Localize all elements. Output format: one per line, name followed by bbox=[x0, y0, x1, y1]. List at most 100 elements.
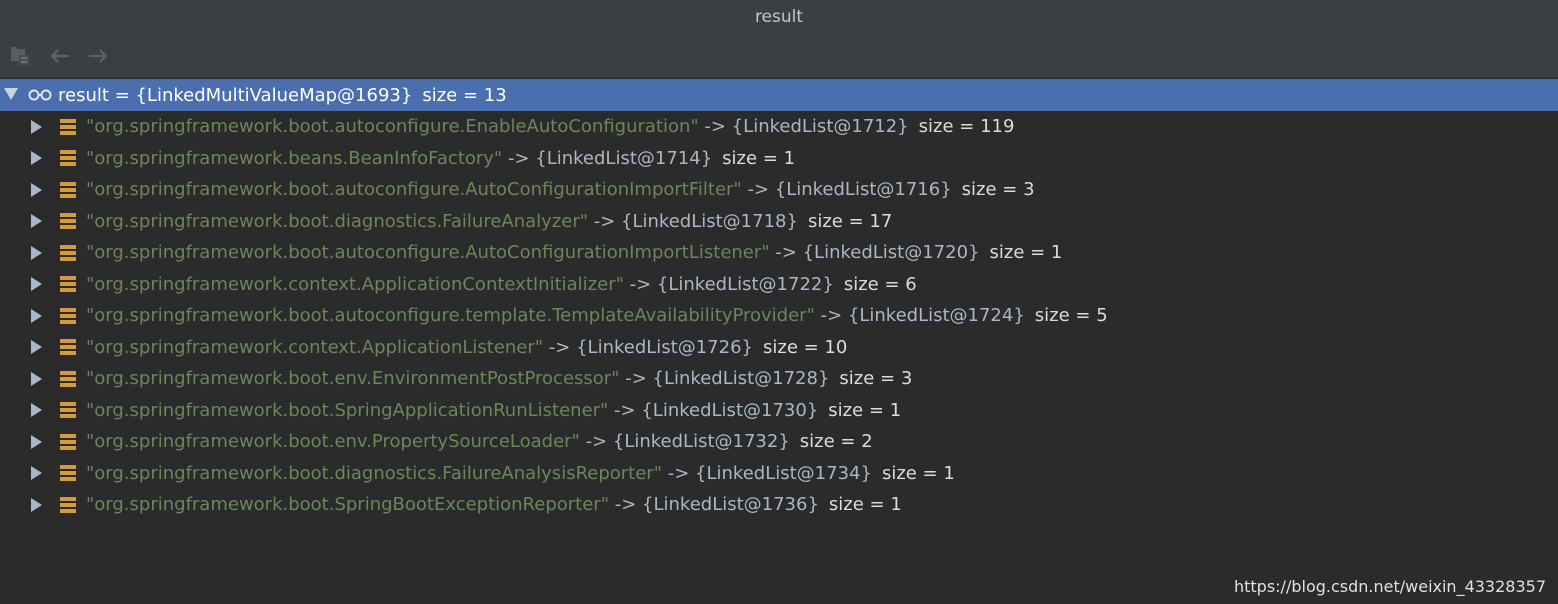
object-id: {LinkedList@1726} bbox=[576, 336, 753, 358]
object-id: {LinkedList@1732} bbox=[612, 431, 790, 453]
tree-row[interactable]: "org.springframework.boot.env.PropertySo… bbox=[0, 426, 1558, 458]
mapping-arrow: -> bbox=[662, 462, 696, 484]
object-id: {LinkedList@1714} bbox=[535, 147, 713, 169]
entry-key: "org.springframework.boot.env.PropertySo… bbox=[86, 431, 580, 453]
size-label: size = 2 bbox=[799, 431, 873, 453]
row-label: "org.springframework.boot.env.Environmen… bbox=[86, 368, 912, 389]
size-label: size = 119 bbox=[918, 116, 1015, 138]
tree-row[interactable]: "org.springframework.beans.BeanInfoFacto… bbox=[0, 143, 1558, 175]
collapsed-arrow-icon[interactable] bbox=[31, 434, 42, 449]
row-label: "org.springframework.boot.diagnostics.Fa… bbox=[86, 463, 955, 484]
object-id: {LinkedList@1736} bbox=[642, 494, 819, 516]
tree-row[interactable]: "org.springframework.boot.SpringBootExce… bbox=[0, 489, 1558, 521]
entry-key: "org.springframework.boot.autoconfigure.… bbox=[86, 242, 770, 264]
collapsed-arrow-icon[interactable] bbox=[31, 497, 42, 512]
row-label: "org.springframework.boot.autoconfigure.… bbox=[86, 179, 1035, 200]
object-id: {LinkedList@1720} bbox=[802, 242, 980, 264]
mapping-arrow: -> bbox=[769, 242, 803, 264]
size-label: size = 1 bbox=[722, 147, 796, 169]
map-entry-icon bbox=[60, 244, 76, 261]
folder-tree-button[interactable] bbox=[8, 42, 36, 70]
collapsed-arrow-icon[interactable] bbox=[31, 214, 42, 229]
tree-row[interactable]: "org.springframework.boot.autoconfigure.… bbox=[0, 237, 1558, 269]
entry-key: "org.springframework.boot.diagnostics.Fa… bbox=[86, 210, 589, 232]
collapsed-arrow-icon[interactable] bbox=[31, 277, 42, 292]
object-id: {LinkedList@1730} bbox=[641, 399, 819, 421]
tree-row[interactable]: "org.springframework.boot.diagnostics.Fa… bbox=[0, 206, 1558, 238]
row-label: "org.springframework.boot.SpringApplicat… bbox=[86, 400, 901, 421]
map-entry-icon bbox=[60, 339, 76, 356]
map-entry-icon bbox=[60, 118, 76, 135]
tree-row[interactable]: "org.springframework.boot.autoconfigure.… bbox=[0, 111, 1558, 143]
collapsed-arrow-icon[interactable] bbox=[31, 119, 42, 134]
size-label: size = 10 bbox=[763, 336, 848, 358]
collapsed-arrow-icon[interactable] bbox=[31, 245, 42, 260]
row-label: "org.springframework.context.Application… bbox=[86, 337, 847, 358]
object-id: {LinkedList@1728} bbox=[652, 368, 830, 390]
object-id: {LinkedList@1724} bbox=[847, 305, 1025, 327]
tree-row[interactable]: "org.springframework.boot.SpringApplicat… bbox=[0, 395, 1558, 427]
tree-row[interactable]: "org.springframework.boot.autoconfigure.… bbox=[0, 174, 1558, 206]
expanded-arrow-icon[interactable] bbox=[4, 88, 18, 100]
entry-key: "org.springframework.boot.autoconfigure.… bbox=[86, 305, 815, 327]
size-label: size = 17 bbox=[807, 210, 893, 232]
tree-row[interactable]: "org.springframework.context.Application… bbox=[0, 269, 1558, 301]
size-label: size = 3 bbox=[839, 368, 913, 390]
size-label: size = 6 bbox=[843, 273, 917, 295]
map-entry-icon bbox=[60, 465, 76, 482]
back-button[interactable] bbox=[46, 42, 74, 70]
size-label: size = 5 bbox=[1034, 305, 1108, 327]
map-entry-icon bbox=[60, 402, 76, 419]
size-label: size = 1 bbox=[828, 399, 902, 421]
forward-button[interactable] bbox=[84, 42, 112, 70]
entry-key: "org.springframework.boot.autoconfigure.… bbox=[86, 179, 742, 201]
entry-key: "org.springframework.beans.BeanInfoFacto… bbox=[86, 147, 503, 169]
object-id: {LinkedList@1718} bbox=[621, 210, 798, 232]
collapsed-arrow-icon[interactable] bbox=[31, 151, 42, 166]
map-entry-icon bbox=[60, 213, 76, 230]
tree-row[interactable]: "org.springframework.boot.env.Environmen… bbox=[0, 363, 1558, 395]
row-label: "org.springframework.boot.env.PropertySo… bbox=[86, 431, 873, 452]
tree-row[interactable]: "org.springframework.boot.autoconfigure.… bbox=[0, 300, 1558, 332]
row-label: "org.springframework.beans.BeanInfoFacto… bbox=[86, 148, 795, 169]
collapsed-arrow-icon[interactable] bbox=[31, 182, 42, 197]
variables-tree: result = {LinkedMultiValueMap@1693} size … bbox=[0, 79, 1558, 521]
collapsed-arrow-icon[interactable] bbox=[31, 466, 42, 481]
map-entry-icon bbox=[60, 307, 76, 324]
mapping-arrow: -> bbox=[543, 336, 577, 358]
collapsed-arrow-icon[interactable] bbox=[31, 308, 42, 323]
entry-key: "org.springframework.boot.autoconfigure.… bbox=[86, 116, 699, 138]
object-id: {LinkedList@1716} bbox=[774, 179, 952, 201]
mapping-arrow: -> bbox=[608, 399, 642, 421]
entry-key: "org.springframework.boot.env.Environmen… bbox=[86, 368, 620, 390]
mapping-arrow: -> bbox=[579, 431, 613, 453]
entry-key: "org.springframework.context.Application… bbox=[86, 273, 624, 295]
mapping-arrow: -> bbox=[623, 273, 657, 295]
map-entry-icon bbox=[60, 370, 76, 387]
watermark: https://blog.csdn.net/weixin_43328357 bbox=[1233, 577, 1546, 596]
entry-key: "org.springframework.context.Application… bbox=[86, 336, 544, 358]
collapsed-arrow-icon[interactable] bbox=[31, 403, 42, 418]
entry-key: "org.springframework.boot.SpringApplicat… bbox=[86, 399, 609, 421]
entry-key: "org.springframework.boot.diagnostics.Fa… bbox=[86, 462, 662, 484]
map-entry-icon bbox=[60, 496, 76, 513]
collapsed-arrow-icon[interactable] bbox=[31, 340, 42, 355]
collapsed-arrow-icon[interactable] bbox=[31, 371, 42, 386]
tree-row[interactable]: "org.springframework.context.Application… bbox=[0, 332, 1558, 364]
size-label: size = 13 bbox=[422, 84, 507, 106]
object-id: {LinkedList@1712} bbox=[731, 116, 909, 138]
mapping-arrow: -> bbox=[588, 210, 622, 232]
size-label: size = 1 bbox=[989, 242, 1063, 264]
map-entry-icon bbox=[60, 276, 76, 293]
row-label: "org.springframework.context.Application… bbox=[86, 274, 917, 295]
object-id: {LinkedMultiValueMap@1693} bbox=[135, 84, 413, 106]
tree-row[interactable]: "org.springframework.boot.diagnostics.Fa… bbox=[0, 458, 1558, 490]
object-id: {LinkedList@1722} bbox=[656, 273, 834, 295]
map-entry-icon bbox=[60, 181, 76, 198]
row-label: "org.springframework.boot.autoconfigure.… bbox=[86, 116, 1014, 137]
variable-name: result bbox=[58, 84, 109, 106]
tree-root-row[interactable]: result = {LinkedMultiValueMap@1693} size … bbox=[0, 79, 1558, 111]
mapping-arrow: -> bbox=[698, 116, 732, 138]
window-title: result bbox=[754, 7, 804, 27]
size-label: size = 1 bbox=[881, 462, 955, 484]
